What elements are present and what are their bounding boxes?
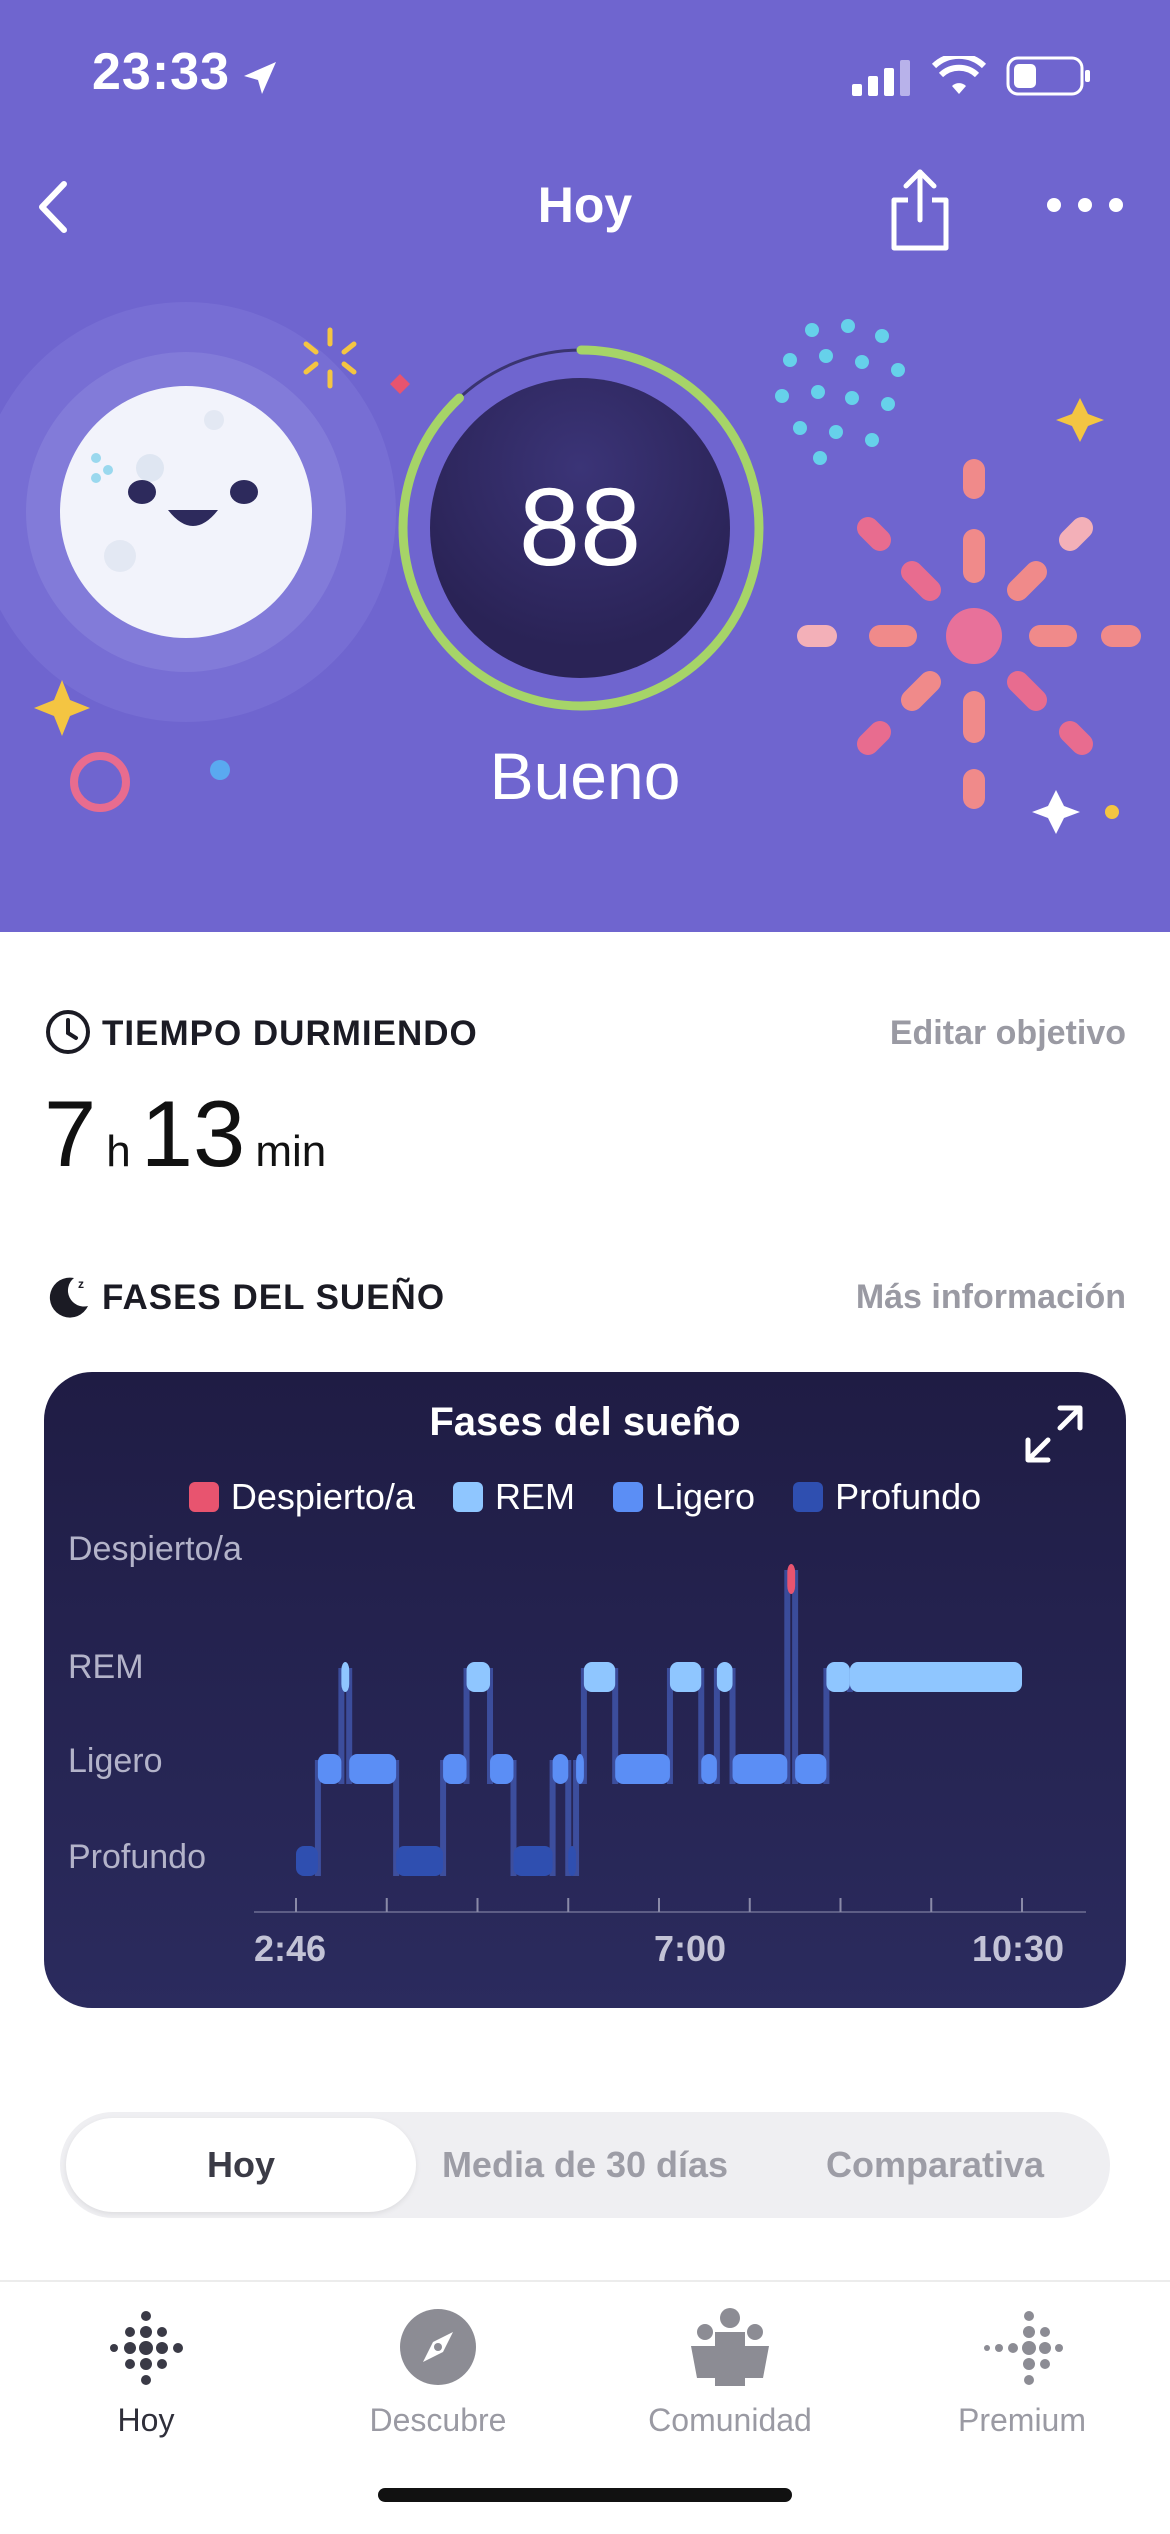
compass-icon (400, 2309, 476, 2385)
home-indicator (378, 2488, 792, 2502)
x-label-end: 10:30 (972, 1928, 1065, 1969)
tab-premium[interactable]: Premium (876, 2302, 1168, 2439)
segment-today[interactable]: Hoy (66, 2118, 416, 2212)
period-segment-control: Hoy Media de 30 días Comparativa (60, 2112, 1110, 2218)
stage-segment (341, 1662, 350, 1692)
stage-segment (396, 1846, 444, 1876)
stage-segment (576, 1754, 584, 1784)
segment-30-day-average[interactable]: Media de 30 días (410, 2112, 760, 2218)
stage-segment (615, 1754, 670, 1784)
stage-segment (701, 1754, 717, 1784)
stage-segment (349, 1754, 397, 1784)
stage-segment (317, 1754, 342, 1784)
fitbit-dots-icon (110, 2311, 183, 2385)
stage-segment (732, 1754, 788, 1784)
community-icon (691, 2308, 769, 2386)
tab-community[interactable]: Comunidad (584, 2302, 876, 2439)
stage-segment (568, 1846, 577, 1876)
stage-segment (443, 1754, 467, 1784)
stage-segment (795, 1754, 827, 1784)
stage-segment (669, 1662, 702, 1692)
x-label-mid: 7:00 (654, 1928, 727, 1969)
x-label-start: 2:46 (254, 1928, 327, 1969)
stage-segment (716, 1662, 733, 1692)
stage-segment (466, 1662, 491, 1692)
tab-label: Premium (957, 2402, 1086, 2438)
segment-comparison[interactable]: Comparativa (760, 2112, 1110, 2218)
tab-label: Hoy (117, 2402, 175, 2438)
stage-segment (296, 1846, 318, 1876)
stage-segment (513, 1846, 553, 1876)
tab-label: Comunidad (648, 2402, 812, 2438)
stage-segment (583, 1662, 616, 1692)
stage-segment (552, 1754, 569, 1784)
tab-today[interactable]: Hoy (0, 2302, 292, 2439)
tab-discover[interactable]: Descubre (292, 2302, 584, 2439)
stage-segment (826, 1662, 850, 1692)
premium-dots-icon (984, 2311, 1063, 2385)
stage-segment (849, 1662, 1022, 1692)
stage-segment (787, 1564, 796, 1594)
tab-label: Descubre (369, 2402, 507, 2438)
stage-segment (490, 1754, 514, 1784)
